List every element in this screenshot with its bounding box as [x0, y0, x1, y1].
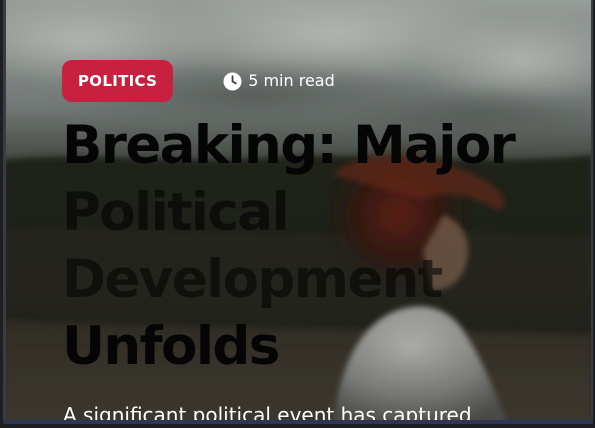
read-time: 5 min read — [223, 71, 335, 91]
headline-line: Unfolds — [62, 316, 280, 377]
clock-icon — [223, 71, 242, 91]
card-right-edge — [591, 0, 593, 424]
card-left-edge — [3, 0, 6, 424]
category-badge[interactable]: POLITICS — [62, 60, 174, 102]
card-bottom-border — [3, 420, 593, 424]
article-hero-card[interactable]: POLITICS 5 min read Breaking: Major Poli… — [3, 0, 593, 424]
article-meta: POLITICS 5 min read — [62, 60, 335, 102]
article-headline[interactable]: Breaking: Major Political Development Un… — [62, 112, 562, 380]
headline-line: Breaking: Major — [62, 115, 516, 176]
headline-line: Political — [62, 182, 290, 243]
read-time-label: 5 min read — [248, 71, 335, 90]
headline-line: Development — [62, 249, 443, 310]
